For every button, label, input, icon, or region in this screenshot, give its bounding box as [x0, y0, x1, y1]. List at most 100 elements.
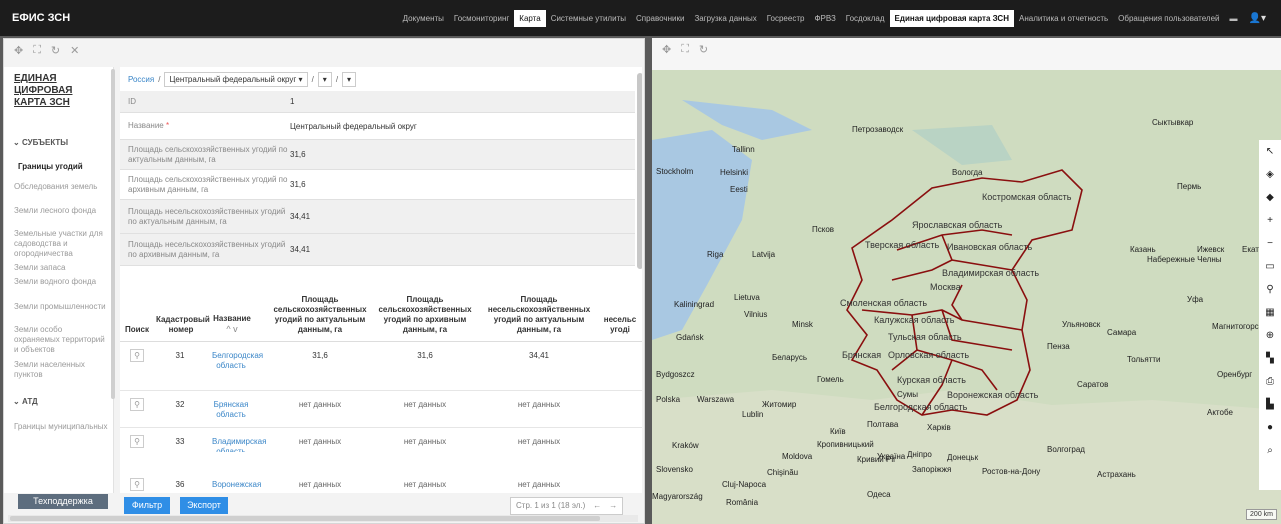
close-icon[interactable]: ✕: [70, 44, 79, 57]
place-label: Пенза: [1047, 342, 1070, 351]
sidebar-item-boundaries[interactable]: Границы угодий: [18, 162, 113, 172]
table-row[interactable]: ⚲ 36 Воронежская нет данных нет данных н…: [120, 472, 642, 493]
export-button[interactable]: Экспорт: [180, 497, 228, 514]
menu-item-gosreestr[interactable]: Госреестр: [762, 10, 810, 27]
object-form: Россия / Центральный федеральный округ ▾…: [120, 67, 642, 493]
print-icon[interactable]: ⎙: [1259, 370, 1281, 393]
district-select[interactable]: Центральный федеральный округ ▾: [164, 71, 308, 87]
col-nonagri-archive[interactable]: несельс угоді: [600, 315, 640, 335]
zoom-out-icon[interactable]: −: [1259, 232, 1281, 255]
left-panel-toolbar: ✥ ⛶ ↻ ✕: [4, 39, 644, 61]
map-label: Костромская область: [982, 192, 1072, 202]
move-icon[interactable]: ✥: [662, 43, 671, 56]
col-nonagri-actual[interactable]: Площадь несельскохозяйственных угодий по…: [483, 295, 595, 335]
pointer-icon[interactable]: ↖: [1259, 140, 1281, 163]
search-icon[interactable]: ⚲: [130, 349, 144, 362]
next-page-button[interactable]: →: [609, 498, 617, 514]
sidebar-item-protected[interactable]: Земли особо охраняемых территорий и объе…: [14, 325, 109, 355]
sidebar-item-surveys[interactable]: Обследования земель: [14, 182, 109, 192]
section-atd[interactable]: ⌄ АТД: [13, 397, 38, 406]
menu-item-analytics[interactable]: Аналитика и отчетность: [1014, 10, 1113, 27]
menu-item-gosdoklad[interactable]: Госдоклад: [841, 10, 890, 27]
sidebar-title[interactable]: ЕДИНАЯ ЦИФРОВАЯ КАРТА ЗСН: [14, 73, 94, 109]
refresh-icon[interactable]: ↻: [699, 43, 708, 56]
map-label: Тульская область: [888, 332, 962, 342]
search-icon[interactable]: ⚲: [130, 435, 144, 448]
field-row-nonagri-actual: Площадь несельскохозяйственных угодий по…: [120, 200, 635, 234]
place-label: Ростов-на-Дону: [982, 467, 1041, 476]
col-search[interactable]: Поиск: [122, 325, 152, 335]
col-name[interactable]: Название ^ v: [208, 314, 256, 335]
district2-select[interactable]: ▾: [342, 71, 357, 87]
sidebar-scrollbar[interactable]: [111, 69, 115, 399]
place-label: Gdańsk: [676, 333, 704, 342]
left-panel: ✥ ⛶ ↻ ✕ ЕДИНАЯ ЦИФРОВАЯ КАРТА ЗСН ⌄ СУБЪ…: [3, 38, 645, 524]
horizontal-scrollbar[interactable]: [8, 515, 638, 522]
search-icon[interactable]: ⚲: [130, 398, 144, 411]
map-label: Воронежская область: [947, 390, 1039, 400]
name-field[interactable]: Центральный федеральный округ: [290, 122, 417, 131]
sidebar-item-settlements[interactable]: Земли населенных пунктов: [14, 360, 109, 380]
bookmark-icon[interactable]: ▚: [1259, 347, 1281, 370]
menu-item-references[interactable]: Справочники: [631, 10, 689, 27]
sidebar-item-municipal[interactable]: Границы муниципальных: [14, 422, 109, 432]
map-view[interactable]: Костромская область Ярославская область …: [652, 70, 1281, 524]
sidebar-item-gardening[interactable]: Земельные участки для садоводства и огор…: [14, 229, 109, 259]
grid-icon[interactable]: ▦: [1259, 301, 1281, 324]
breadcrumb-root[interactable]: Россия: [128, 75, 154, 84]
menu-item-system-utils[interactable]: Системные утилиты: [546, 10, 631, 27]
place-label: Lublin: [742, 410, 764, 419]
menu-item-gosmonitoring[interactable]: Госмониторинг: [449, 10, 514, 27]
refresh-icon[interactable]: ↻: [51, 44, 60, 57]
layers-icon[interactable]: ◈: [1259, 163, 1281, 186]
sidebar-item-reserve[interactable]: Земли запаса: [14, 263, 109, 273]
place-label: Eesti: [730, 185, 748, 194]
menu-item-digital-map[interactable]: Единая цифровая карта ЗСН: [889, 9, 1014, 27]
col-cadastral[interactable]: Кадастровый номер: [156, 315, 210, 335]
place-label: Chişinău: [767, 468, 799, 477]
form-scrollbar[interactable]: [637, 73, 642, 269]
filter-button[interactable]: Фильтр: [124, 497, 170, 514]
layers-stack-icon[interactable]: ◆: [1259, 186, 1281, 209]
menu-item-data-load[interactable]: Загрузка данных: [689, 10, 761, 27]
menu-item-map[interactable]: Карта: [514, 9, 546, 27]
col-agri-actual[interactable]: Площадь сельскохозяйственных угодий по а…: [270, 295, 370, 335]
sidebar-item-forest[interactable]: Земли лесного фонда: [14, 206, 109, 216]
location-icon[interactable]: ●: [1259, 416, 1281, 439]
app-brand[interactable]: ЕФИС ЗСН: [12, 12, 70, 24]
region-select[interactable]: ▾: [317, 71, 332, 87]
table-row[interactable]: ⚲ 31 Белгородская область 31,6 31,6 34,4…: [120, 343, 642, 391]
table-row[interactable]: ⚲ 32 Брянская область нет данных нет дан…: [120, 392, 642, 428]
sidebar-item-water[interactable]: Земли водного фонда: [14, 277, 109, 287]
search-zoom-icon[interactable]: ⊕: [1259, 324, 1281, 347]
place-label: Warszawa: [697, 395, 735, 404]
section-subjects[interactable]: ⌄ СУБЪЕКТЫ: [13, 138, 68, 147]
user-icon[interactable]: 👤▾: [1243, 9, 1271, 28]
sort-icon[interactable]: ^ v: [226, 324, 237, 334]
place-label: Сумы: [897, 390, 918, 399]
chevron-down-icon: ⌄: [13, 397, 22, 406]
table-row[interactable]: ⚲ 33 Владимирская область нет данных нет…: [120, 429, 642, 452]
place-label: Київ: [830, 427, 846, 436]
scroll-thumb[interactable]: [10, 516, 600, 521]
ruler-icon[interactable]: ▭: [1259, 255, 1281, 278]
place-label: Магнитогорск: [1212, 322, 1263, 331]
sidebar-item-industry[interactable]: Земли промышленности: [14, 302, 109, 312]
support-button[interactable]: Техподдержка: [18, 494, 108, 509]
pin-icon[interactable]: ⚲: [1259, 278, 1281, 301]
menu-item-frvz[interactable]: ФРВЗ: [809, 10, 840, 27]
chat-icon[interactable]: ▬: [1225, 10, 1243, 27]
menu-item-documents[interactable]: Документы: [398, 10, 449, 27]
move-icon[interactable]: ✥: [14, 44, 23, 57]
prev-page-button[interactable]: ←: [593, 498, 601, 514]
menu-item-user-requests[interactable]: Обращения пользователей: [1113, 10, 1224, 27]
search-icon[interactable]: ⌕: [1259, 439, 1281, 462]
search-icon[interactable]: ⚲: [130, 478, 144, 491]
fullscreen-icon[interactable]: ⛶: [681, 43, 689, 56]
fullscreen-icon[interactable]: ⛶: [33, 44, 41, 57]
place-label: Riga: [707, 250, 724, 259]
pager: Стр. 1 из 1 (18 эл.) ← →: [510, 497, 624, 515]
zoom-in-icon[interactable]: +: [1259, 209, 1281, 232]
building-icon[interactable]: ▙: [1259, 393, 1281, 416]
col-agri-archive[interactable]: Площадь сельскохозяйственных угодий по а…: [375, 295, 475, 335]
